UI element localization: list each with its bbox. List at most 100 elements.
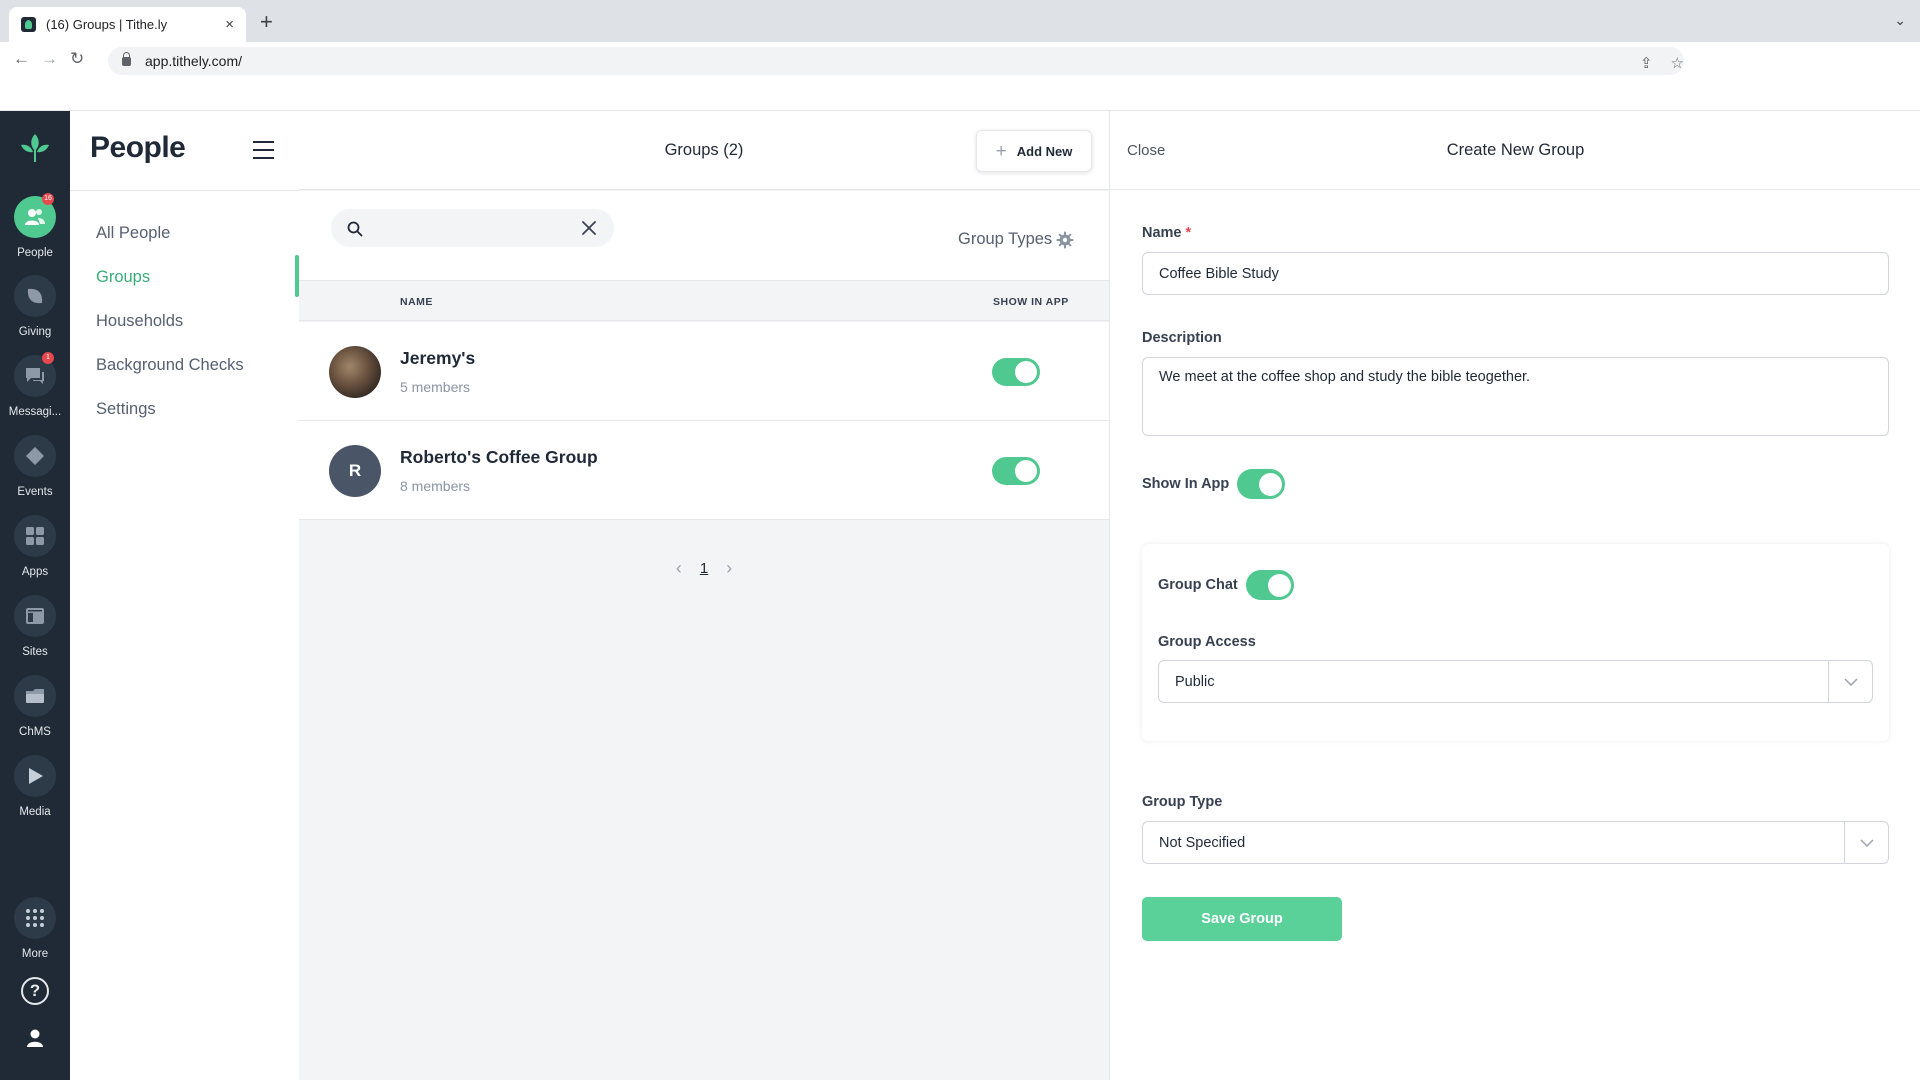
gear-icon xyxy=(1056,231,1074,248)
show-in-app-setting: Show In App xyxy=(1142,469,1286,499)
share-icon[interactable]: ⇪ xyxy=(1640,54,1653,72)
rail-item-sites[interactable]: Sites xyxy=(0,595,70,658)
hamburger-menu-icon[interactable] xyxy=(253,141,274,165)
forward-arrow-icon[interactable]: → xyxy=(41,49,58,69)
add-new-button[interactable]: + Add New xyxy=(976,130,1092,172)
rail-item-chms[interactable]: ChMS xyxy=(0,675,70,738)
help-button[interactable]: ? xyxy=(0,977,70,1005)
giving-icon xyxy=(14,275,56,317)
chevron-down-icon xyxy=(1828,661,1872,702)
url-actions: ⇪ ☆ xyxy=(1640,54,1684,72)
sidebar-title: People xyxy=(90,131,186,164)
group-types-label: Group Types xyxy=(958,230,1053,248)
table-row[interactable]: R Roberto's Coffee Group 8 members xyxy=(299,421,1109,520)
sidebar-item-all-people[interactable]: All People xyxy=(96,222,244,266)
chat-settings-card: Group Chat Group Access Public xyxy=(1142,544,1889,741)
reload-icon[interactable]: ↻ xyxy=(70,49,84,69)
group-type-label: Group Type xyxy=(1142,794,1223,810)
description-field[interactable]: We meet at the coffee shop and study the… xyxy=(1142,357,1889,436)
name-label: Name * xyxy=(1142,225,1192,241)
search-row: Group Types xyxy=(299,191,1109,280)
show-in-app-toggle[interactable] xyxy=(1237,469,1286,499)
column-header-name[interactable]: NAME xyxy=(400,296,433,308)
show-in-app-toggle[interactable] xyxy=(992,358,1040,386)
media-icon xyxy=(14,755,56,797)
name-field[interactable]: Coffee Bible Study xyxy=(1142,252,1889,295)
table-header: NAME SHOW IN APP xyxy=(299,280,1109,321)
events-icon xyxy=(14,435,56,477)
plus-icon: + xyxy=(995,140,1007,162)
group-access-label: Group Access xyxy=(1158,634,1256,650)
rail-label-apps: Apps xyxy=(21,566,49,578)
browser-tab-bar: (16) Groups | Tithe.ly × + ⌄ xyxy=(0,0,1920,42)
new-tab-button[interactable]: + xyxy=(260,9,273,35)
page-number[interactable]: 1 xyxy=(700,560,708,577)
groups-list-area: Groups (2) + Add New Group Types NAME SH… xyxy=(299,111,1109,1080)
rail-label-sites: Sites xyxy=(22,646,48,658)
rail-item-events[interactable]: Events xyxy=(0,435,70,498)
rail-label-media: Media xyxy=(19,806,51,818)
bookmark-star-icon[interactable]: ☆ xyxy=(1671,54,1684,72)
pagination: ‹ 1 › xyxy=(299,558,1109,579)
apps-icon xyxy=(14,515,56,557)
chevron-down-icon xyxy=(1844,822,1888,863)
app-rail: 16 People Giving 1 Messagi... Events App… xyxy=(0,111,70,1080)
next-page-chevron-icon[interactable]: › xyxy=(726,558,732,579)
bookmark-bar xyxy=(0,78,1920,111)
rail-item-giving[interactable]: Giving xyxy=(0,275,70,338)
messaging-icon: 1 xyxy=(14,352,56,397)
group-chat-toggle[interactable] xyxy=(1245,570,1294,600)
clear-search-icon[interactable] xyxy=(581,220,597,236)
search-icon xyxy=(347,221,363,237)
profile-button[interactable] xyxy=(0,1027,70,1049)
table-row[interactable]: Jeremy's 5 members xyxy=(299,322,1109,421)
save-group-button[interactable]: Save Group xyxy=(1142,897,1342,941)
sidebar-nav: All People Groups Households Background … xyxy=(96,222,244,442)
back-arrow-icon[interactable]: ← xyxy=(13,49,30,69)
rail-item-people[interactable]: 16 People xyxy=(0,193,70,259)
add-new-label: Add New xyxy=(1016,143,1073,159)
prev-page-chevron-icon[interactable]: ‹ xyxy=(676,558,682,579)
tithely-logo-icon[interactable] xyxy=(17,130,53,166)
panel-header: Close Create New Group xyxy=(1110,111,1920,190)
lock-icon xyxy=(122,51,131,66)
search-input[interactable] xyxy=(373,217,563,239)
search-box[interactable] xyxy=(331,209,614,247)
sidebar-item-households[interactable]: Households xyxy=(96,310,244,354)
rail-item-media[interactable]: Media xyxy=(0,755,70,818)
sidebar-item-settings[interactable]: Settings xyxy=(96,398,244,442)
groups-header: Groups (2) + Add New xyxy=(299,111,1109,190)
chms-icon xyxy=(14,675,56,717)
tab-close-icon[interactable]: × xyxy=(225,16,234,33)
browser-tab[interactable]: (16) Groups | Tithe.ly × xyxy=(9,7,246,42)
group-name[interactable]: Jeremy's xyxy=(400,348,475,369)
rail-item-messaging[interactable]: 1 Messagi... xyxy=(0,352,70,418)
url-field[interactable]: app.tithely.com/ xyxy=(108,47,1684,75)
description-label: Description xyxy=(1142,330,1222,346)
group-access-select[interactable]: Public xyxy=(1158,660,1873,703)
sidebar-item-background-checks[interactable]: Background Checks xyxy=(96,354,244,398)
group-chat-setting: Group Chat xyxy=(1158,570,1294,600)
rail-item-apps[interactable]: Apps xyxy=(0,515,70,578)
sites-icon xyxy=(14,595,56,637)
user-profile-icon xyxy=(27,1029,43,1047)
group-member-count: 5 members xyxy=(400,379,471,395)
group-type-select[interactable]: Not Specified xyxy=(1142,821,1889,864)
rail-label-giving: Giving xyxy=(18,326,52,338)
sidebar-item-groups[interactable]: Groups xyxy=(96,266,244,310)
rail-label-chms: ChMS xyxy=(19,726,51,738)
show-in-app-toggle[interactable] xyxy=(992,457,1040,485)
create-group-panel: Close Create New Group Name * Coffee Bib… xyxy=(1109,111,1920,1080)
tab-title: (16) Groups | Tithe.ly xyxy=(46,17,168,32)
group-type-value: Not Specified xyxy=(1159,834,1246,851)
rail-item-more[interactable]: More xyxy=(0,897,70,960)
group-name[interactable]: Roberto's Coffee Group xyxy=(400,447,598,468)
group-access-value: Public xyxy=(1175,673,1215,690)
group-types-button[interactable]: Group Types xyxy=(958,230,1074,249)
rail-label-events: Events xyxy=(17,486,53,498)
group-avatar-initial: R xyxy=(329,445,381,497)
required-marker: * xyxy=(1185,225,1192,241)
tab-search-chevron-icon[interactable]: ⌄ xyxy=(1894,12,1906,29)
group-chat-label: Group Chat xyxy=(1158,577,1238,593)
address-bar: ← → ↻ app.tithely.com/ ⇪ ☆ xyxy=(0,42,1920,78)
